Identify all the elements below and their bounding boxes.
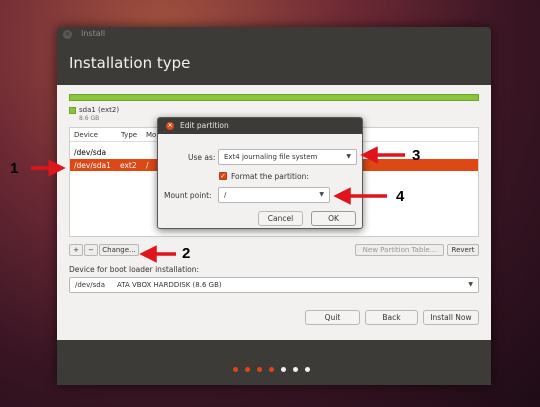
annotation-number-4: 4 <box>396 188 405 205</box>
annotation-arrows <box>31 146 405 263</box>
annotation-number-2: 2 <box>182 245 191 262</box>
annotation-number-1: 1 <box>10 160 19 177</box>
annotation-number-3: 3 <box>412 147 421 164</box>
